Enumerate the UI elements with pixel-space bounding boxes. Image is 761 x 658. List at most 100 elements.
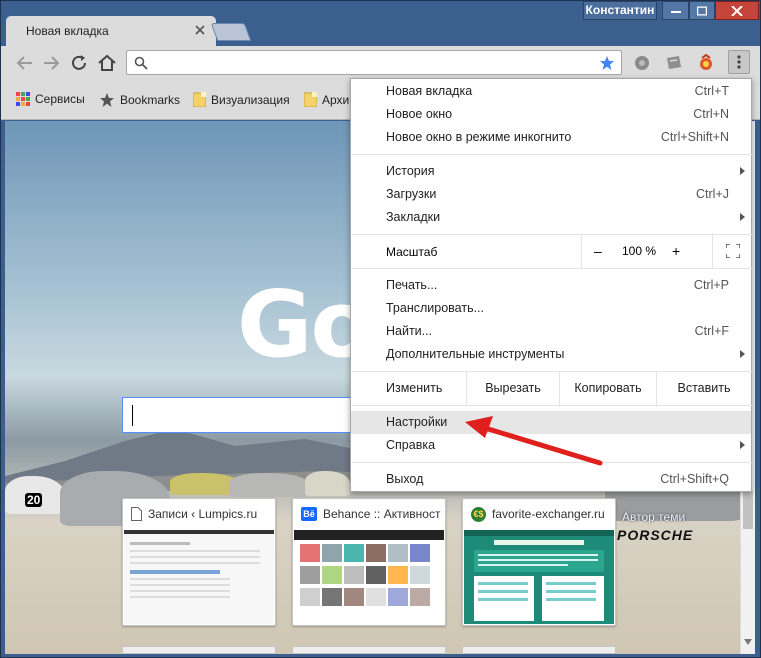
star-icon: [100, 93, 114, 107]
menu-item-shortcut: Ctrl+Shift+Q: [660, 472, 729, 486]
behance-icon: Bē: [301, 507, 317, 521]
porsche-logo: PORSCHE: [617, 527, 694, 543]
menu-item-shortcut: Ctrl+N: [693, 107, 729, 121]
menu-item-shortcut: Ctrl+Shift+N: [660, 130, 729, 144]
zoom-out-button[interactable]: –: [594, 243, 602, 259]
close-icon: [731, 5, 743, 16]
menu-item-more-tools[interactable]: Дополнительные инструменты: [351, 343, 751, 366]
annotation-arrow: [465, 416, 603, 466]
maximize-button[interactable]: [689, 1, 715, 20]
zoom-label: Масштаб: [386, 245, 438, 259]
forward-arrow-icon[interactable]: [39, 51, 63, 75]
tile-header: Записи ‹ Lumpics.ru: [123, 499, 275, 529]
chrome-menu-button[interactable]: [728, 50, 750, 74]
search-icon: [134, 56, 148, 70]
bookmark-bookmarks[interactable]: Bookmarks: [99, 92, 180, 108]
menu-item-label: Новое окно: [386, 107, 453, 121]
menu-edit-row: Изменить Вырезать Копировать Вставить: [351, 371, 751, 405]
copy-button[interactable]: Копировать: [559, 371, 656, 405]
menu-item-label: Новое окно в режиме инкогнито: [386, 130, 572, 144]
menu-zoom-row: Масштаб – 100 % +: [351, 234, 751, 268]
menu-separator: [352, 405, 752, 406]
tile-header: Bē Behance :: Активност: [293, 499, 445, 529]
extension-icon[interactable]: [696, 53, 716, 73]
menu-item-history[interactable]: История: [351, 160, 751, 183]
reload-icon[interactable]: [67, 51, 91, 75]
folder-icon: [193, 92, 206, 107]
most-visited-tile[interactable]: Записи ‹ Lumpics.ru: [122, 498, 276, 626]
most-visited-tile[interactable]: Bē Behance :: Активност: [292, 498, 446, 626]
menu-item-label: Найти...: [386, 324, 433, 338]
fullscreen-icon: [726, 244, 740, 258]
menu-item-exit[interactable]: Выход Ctrl+Shift+Q: [351, 468, 751, 491]
most-visited-tile[interactable]: [462, 646, 616, 654]
bookmark-star-icon[interactable]: [599, 55, 615, 71]
menu-item-find[interactable]: Найти... Ctrl+F: [351, 320, 751, 343]
menu-item-cast[interactable]: Транслировать...: [351, 297, 751, 320]
paste-button[interactable]: Вставить: [656, 371, 751, 405]
tab-close-icon[interactable]: [193, 23, 207, 37]
submenu-arrow-icon: [740, 167, 745, 175]
menu-item-bookmarks[interactable]: Закладки: [351, 206, 751, 229]
tile-title: Behance :: Активност: [323, 507, 441, 521]
profile-button[interactable]: Константин: [583, 1, 657, 20]
menu-item-shortcut: Ctrl+F: [694, 324, 729, 338]
cut-button[interactable]: Вырезать: [466, 371, 559, 405]
extension-icon[interactable]: [632, 53, 652, 73]
tile-preview: [294, 530, 444, 624]
tile-preview: [124, 530, 274, 624]
close-window-button[interactable]: [715, 1, 759, 20]
zoom-in-button[interactable]: +: [672, 243, 680, 259]
menu-item-shortcut: Ctrl+T: [694, 84, 729, 98]
minimize-button[interactable]: [662, 1, 689, 20]
tile-title: Записи ‹ Lumpics.ru: [148, 507, 258, 521]
theme-author-link[interactable]: Автор теми: [622, 510, 685, 524]
scrollbar-thumb[interactable]: [743, 491, 753, 529]
address-bar[interactable]: [126, 50, 622, 75]
menu-item-print[interactable]: Печать... Ctrl+P: [351, 274, 751, 297]
menu-item-incognito[interactable]: Новое окно в режиме инкогнито Ctrl+Shift…: [351, 126, 751, 149]
bookmark-services[interactable]: Сервисы: [16, 92, 85, 106]
car-image: [305, 471, 350, 496]
maximize-icon: [697, 6, 707, 15]
tile-title: favorite-exchanger.ru: [492, 507, 605, 521]
submenu-arrow-icon: [740, 350, 745, 358]
extension-icon[interactable]: [664, 53, 684, 73]
zoom-controls: – 100 % +: [581, 234, 751, 268]
menu-item-new-tab[interactable]: Новая вкладка Ctrl+T: [351, 80, 751, 103]
menu-item-shortcut: Ctrl+J: [696, 187, 729, 201]
menu-item-label: Настройки: [386, 415, 448, 429]
zoom-value: 100 %: [622, 244, 657, 258]
edit-label: Изменить: [386, 381, 443, 395]
scroll-down-icon[interactable]: [744, 639, 752, 645]
bookmark-label: Bookmarks: [120, 93, 181, 107]
bookmark-folder-visualization[interactable]: Визуализация: [193, 92, 290, 107]
menu-item-label: Новая вкладка: [386, 84, 473, 98]
more-vert-icon: [737, 55, 741, 69]
tab-new-tab[interactable]: Новая вкладка: [6, 16, 216, 46]
new-tab-button[interactable]: [210, 23, 252, 41]
home-icon[interactable]: [95, 51, 119, 75]
tile-preview: [464, 530, 614, 624]
document-icon: [131, 507, 142, 521]
menu-item-downloads[interactable]: Загрузки Ctrl+J: [351, 183, 751, 206]
fullscreen-button[interactable]: [712, 234, 752, 268]
submenu-arrow-icon: [740, 441, 745, 449]
most-visited-tile[interactable]: [292, 646, 446, 654]
race-number: 20: [25, 493, 43, 507]
tile-header: €$ favorite-exchanger.ru: [463, 499, 615, 529]
menu-item-new-window[interactable]: Новое окно Ctrl+N: [351, 103, 751, 126]
menu-item-label: Справка: [386, 438, 436, 452]
most-visited-tile[interactable]: [122, 646, 276, 654]
menu-item-label: Загрузки: [386, 187, 437, 201]
apps-grid-icon: [16, 92, 30, 106]
bookmark-folder-archive[interactable]: Архи: [304, 92, 349, 107]
back-arrow-icon[interactable]: [13, 51, 37, 75]
menu-item-label: История: [386, 164, 435, 178]
menu-item-shortcut: Ctrl+P: [693, 278, 729, 292]
folder-icon: [304, 92, 317, 107]
menu-item-label: Транслировать...: [386, 301, 485, 315]
google-search-input[interactable]: [122, 397, 362, 433]
most-visited-tile[interactable]: €$ favorite-exchanger.ru: [462, 498, 616, 626]
bookmark-label: Сервисы: [35, 92, 85, 106]
